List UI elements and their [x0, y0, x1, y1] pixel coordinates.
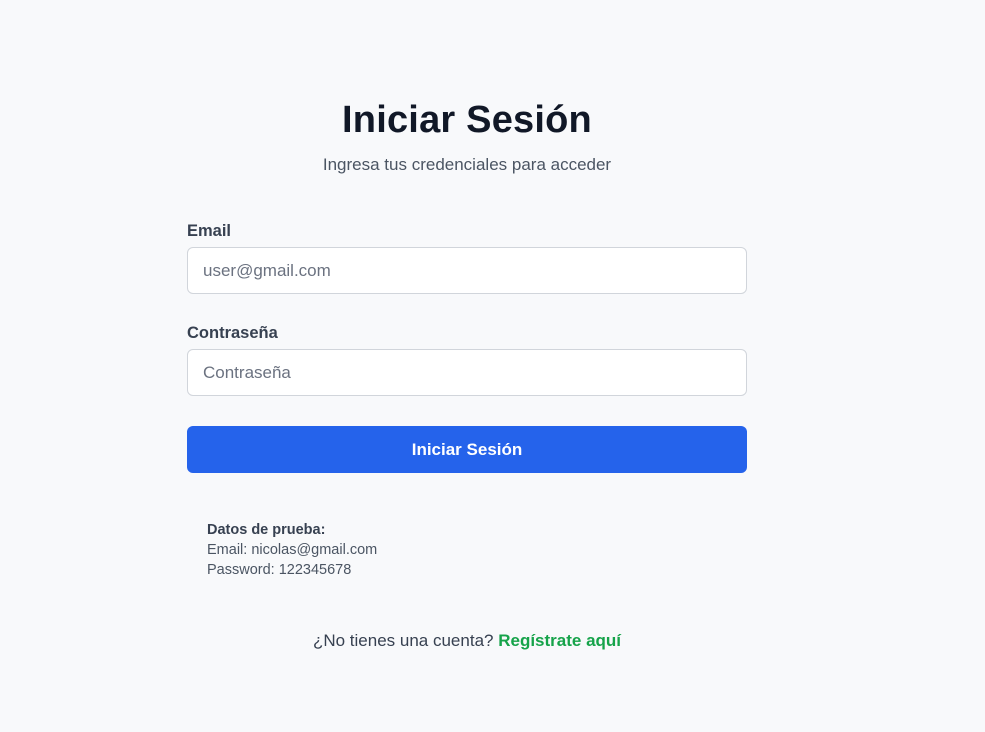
email-field[interactable]	[187, 247, 747, 294]
register-prompt: ¿No tienes una cuenta? Regístrate aquí	[0, 631, 934, 651]
test-data-box: Datos de prueba: Email: nicolas@gmail.co…	[207, 520, 377, 580]
test-data-password: Password: 122345678	[207, 562, 352, 578]
login-page: Iniciar Sesión Ingresa tus credenciales …	[0, 0, 985, 732]
register-link[interactable]: Regístrate aquí	[498, 631, 621, 650]
password-label: Contraseña	[187, 324, 278, 342]
test-data-email: Email: nicolas@gmail.com	[207, 542, 378, 558]
login-form: Email Contraseña Iniciar Sesión	[187, 220, 747, 473]
register-prompt-text: ¿No tienes una cuenta?	[312, 631, 494, 650]
page-title: Iniciar Sesión	[342, 99, 592, 141]
email-group: Email	[187, 220, 747, 294]
page-subtitle: Ingresa tus credenciales para acceder	[322, 155, 612, 174]
test-data-title: Datos de prueba:	[207, 522, 326, 538]
login-button[interactable]: Iniciar Sesión	[187, 426, 747, 473]
email-label: Email	[187, 222, 232, 240]
password-group: Contraseña	[187, 322, 747, 396]
password-field[interactable]	[187, 349, 747, 396]
